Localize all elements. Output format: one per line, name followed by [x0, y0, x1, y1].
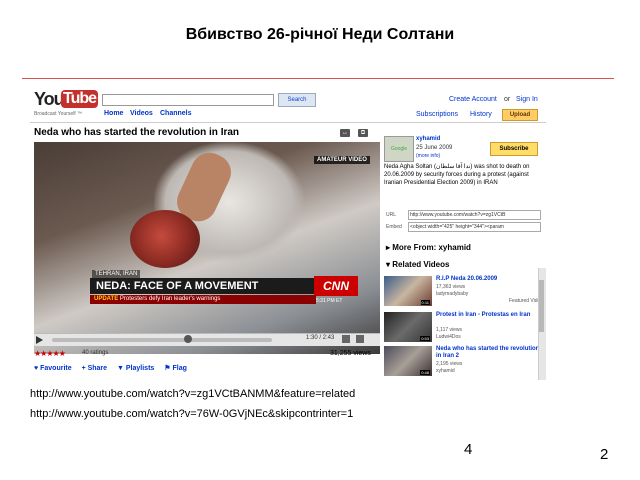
more-from-label: More From: xyhamid — [392, 243, 471, 252]
progress-track[interactable] — [52, 338, 272, 342]
player-controls: 1:30 / 2:43 — [34, 333, 380, 346]
related-views: 17,363 views — [436, 284, 466, 290]
ticker-banner: UPDATE Protesters defy Iran leader's war… — [90, 295, 316, 304]
ratings-count: 40 ratings — [82, 350, 109, 356]
subscriptions-link[interactable]: Subscriptions — [416, 111, 458, 118]
ticker-tag: UPDATE — [94, 296, 119, 302]
popout-icon[interactable]: ⧉ — [358, 129, 368, 137]
related-duration: 0:11 — [420, 300, 430, 305]
scrubber-handle[interactable] — [184, 335, 192, 343]
fullscreen-icon[interactable] — [356, 335, 364, 343]
url-label: URL — [386, 212, 397, 218]
nav-videos[interactable]: Videos — [130, 110, 153, 117]
embed-field[interactable]: <object width="425" height="344"><param — [408, 222, 541, 232]
related-title[interactable]: Neda who has started the revolution in I… — [436, 346, 540, 360]
nav-channels[interactable]: Channels — [160, 110, 192, 117]
related-views: 1,117 views — [436, 327, 463, 333]
video-description: Neda Agha Soltan (ندا آقا سلطان) was sho… — [384, 164, 530, 186]
slide-number: 4 — [464, 441, 473, 458]
related-title[interactable]: Protest in Iran - Protestas en Iran — [436, 312, 540, 319]
video-player[interactable]: AMATEUR VIDEO TEHRAN, IRAN NEDA: FACE OF… — [34, 142, 380, 354]
rating-stars[interactable]: ★★★★★ — [34, 349, 66, 358]
uploader-box: Google xyhamid 25 June 2009 (more info) … — [384, 136, 544, 190]
favourite-button[interactable]: ♥ Favourite — [34, 365, 72, 372]
video-face — [130, 210, 200, 268]
related-video-item[interactable]: 0:53 Protest in Iran - Protestas en Iran… — [384, 312, 544, 344]
related-thumbnail[interactable]: 0:48 — [384, 346, 432, 376]
related-video-item[interactable]: 0:48 Neda who has started the revolution… — [384, 346, 544, 378]
related-views: 2,195 views — [436, 361, 463, 367]
more-from-header[interactable]: ▸ More From: xyhamid — [386, 243, 471, 252]
create-account-link[interactable]: Create Account — [449, 96, 497, 103]
upload-button[interactable]: Upload — [502, 109, 538, 121]
flag-button[interactable]: ⚑ Flag — [164, 365, 187, 372]
volume-icon[interactable] — [342, 335, 350, 343]
headline-banner: NEDA: FACE OF A MOVEMENT — [90, 278, 318, 294]
related-thumbnail[interactable]: 0:53 — [384, 312, 432, 342]
related-user[interactable]: ladymadybaby — [436, 291, 468, 297]
video-timestamp: 5:31 PM ET — [316, 298, 343, 304]
subscribe-button[interactable]: Subscribe — [490, 142, 538, 156]
url-field[interactable]: http://www.youtube.com/watch?v=zg1VCtB — [408, 210, 541, 220]
search-button[interactable]: Search — [278, 93, 316, 107]
play-icon[interactable] — [36, 336, 43, 344]
related-thumbnail[interactable]: 0:11 — [384, 276, 432, 306]
related-title[interactable]: R.I.P Neda 20.06.2009 — [436, 276, 540, 283]
related-duration: 0:53 — [420, 336, 430, 341]
search-input[interactable] — [102, 94, 274, 106]
location-label: TEHRAN, IRAN — [92, 270, 141, 278]
related-user[interactable]: Ludwi4Dos — [436, 334, 461, 340]
expand-icon[interactable]: ↔ — [340, 129, 350, 137]
uploader-avatar[interactable]: Google — [384, 136, 414, 162]
related-videos-header[interactable]: ▾ Related Videos — [386, 260, 449, 269]
slide-title: Вбивство 26-річної Неди Солтани — [185, 26, 455, 43]
related-videos-label: Related Videos — [392, 260, 450, 269]
related-duration: 0:48 — [420, 370, 430, 375]
header-rule — [30, 122, 546, 123]
history-link[interactable]: History — [470, 111, 492, 118]
uploader-name[interactable]: xyhamid — [416, 136, 440, 142]
playlists-button[interactable]: ▼ Playlists — [117, 365, 154, 372]
logo-tagline: Broadcast Yourself ™ — [34, 111, 83, 117]
title-divider — [22, 78, 614, 79]
ticker-text: Protesters defy Iran leader's warnings — [119, 296, 221, 302]
video-actions: ♥ Favourite + Share ▼ Playlists ⚑ Flag — [34, 364, 195, 372]
page-number: 2 — [600, 446, 609, 463]
related-scroll-thumb[interactable] — [539, 280, 544, 332]
logo-tube: Tube — [61, 90, 99, 108]
view-count: 31,255 views — [330, 350, 371, 357]
or-text: or — [504, 96, 511, 103]
video-title: Neda who has started the revolution in I… — [34, 127, 240, 138]
cnn-logo: CNN — [314, 276, 358, 296]
video-link-1[interactable]: http://www.youtube.com/watch?v=zg1VCtBAN… — [30, 388, 355, 400]
related-user[interactable]: xyhamid — [436, 368, 455, 374]
related-video-item[interactable]: 0:11 R.I.P Neda 20.06.2009 17,363 views … — [384, 276, 544, 308]
embed-label: Embed — [386, 224, 402, 230]
upload-date: 25 June 2009 — [416, 145, 453, 151]
share-button[interactable]: + Share — [82, 365, 108, 372]
video-link-2[interactable]: http://www.youtube.com/watch?v=76W-0GVjN… — [30, 408, 353, 420]
youtube-screenshot: You Tube Broadcast Yourself ™ Search Hom… — [30, 86, 546, 380]
sign-in-link[interactable]: Sign In — [516, 96, 538, 103]
playback-time: 1:30 / 2:43 — [306, 335, 335, 341]
amateur-video-label: AMATEUR VIDEO — [314, 156, 370, 164]
youtube-logo[interactable]: You Tube Broadcast Yourself ™ — [34, 89, 99, 117]
logo-you: You — [34, 89, 65, 109]
nav-home[interactable]: Home — [104, 110, 123, 117]
more-info-link[interactable]: (more info) — [416, 153, 440, 159]
